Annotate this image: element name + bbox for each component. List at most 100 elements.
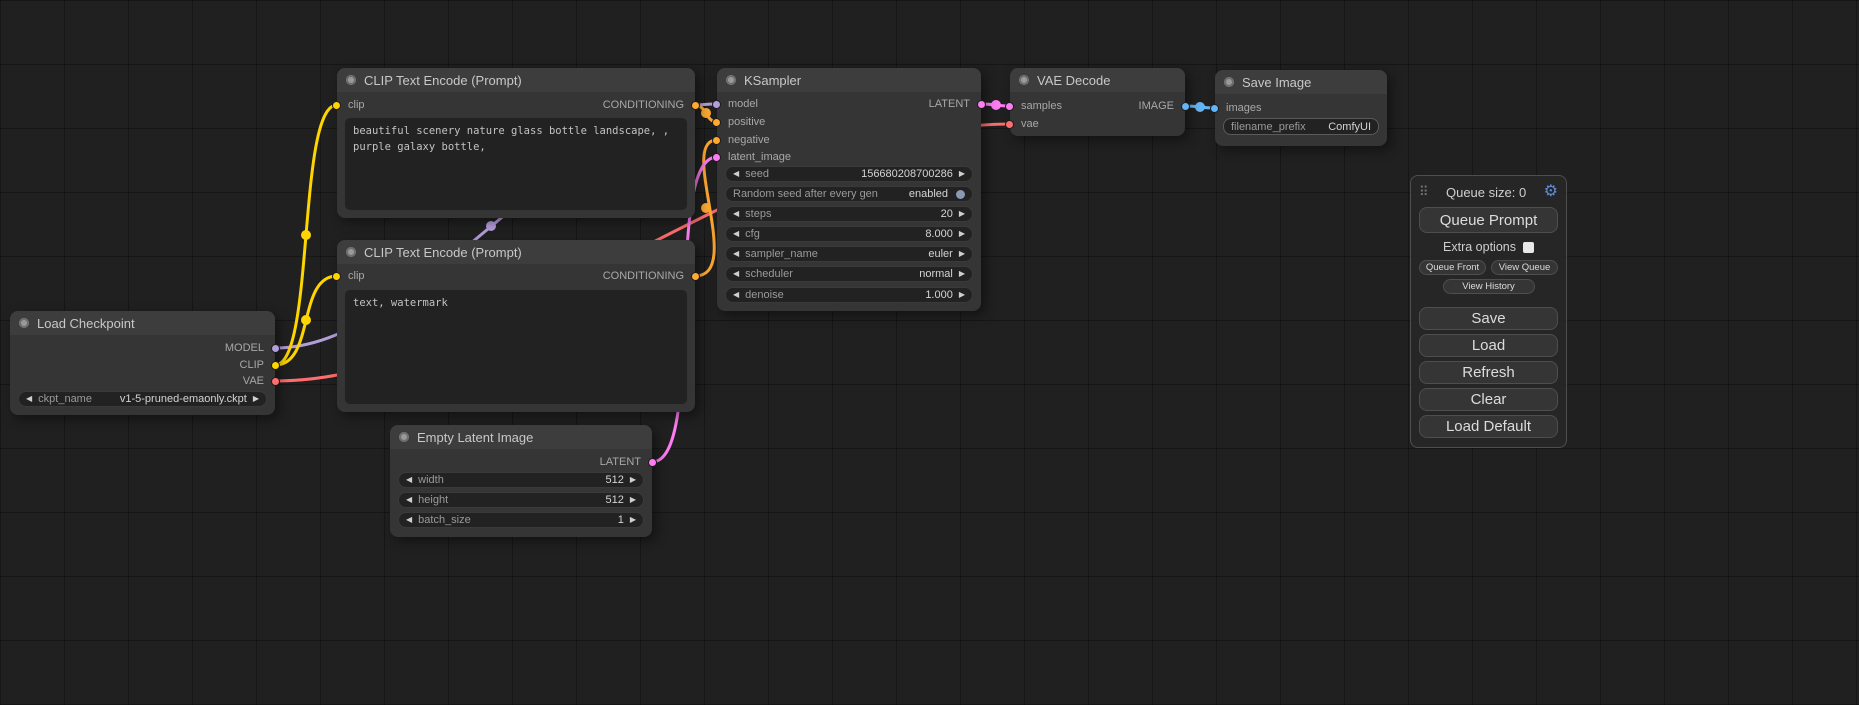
node-empty-latent-image[interactable]: Empty Latent Image LATENT ◀ width 512 ▶ … (390, 425, 652, 537)
node-load-checkpoint[interactable]: Load Checkpoint MODEL CLIP VAE ◀ ckpt_na… (10, 311, 275, 415)
queue-prompt-button[interactable]: Queue Prompt (1419, 207, 1558, 233)
decrement-arrow-icon[interactable]: ◀ (733, 230, 739, 238)
conditioning-port-dot[interactable] (691, 101, 700, 110)
input-negative[interactable]: negative (712, 133, 777, 147)
increment-arrow-icon[interactable]: ▶ (253, 395, 259, 403)
collapse-dot-icon[interactable] (346, 75, 356, 85)
refresh-button[interactable]: Refresh (1419, 361, 1558, 384)
node-ksampler[interactable]: KSampler model positive negative latent_… (717, 68, 981, 311)
output-conditioning[interactable]: CONDITIONING (596, 269, 700, 283)
decrement-arrow-icon[interactable]: ◀ (406, 496, 412, 504)
image-port-dot[interactable] (1181, 102, 1190, 111)
settings-gear-icon[interactable]: ⚙ (1544, 184, 1558, 200)
positive-prompt-textarea[interactable]: beautiful scenery nature glass bottle la… (345, 118, 687, 210)
extra-options-checkbox[interactable] (1523, 242, 1534, 253)
collapse-dot-icon[interactable] (1224, 77, 1234, 87)
latent-port-dot[interactable] (1005, 102, 1014, 111)
decrement-arrow-icon[interactable]: ◀ (733, 250, 739, 258)
increment-arrow-icon[interactable]: ▶ (630, 496, 636, 504)
decrement-arrow-icon[interactable]: ◀ (733, 210, 739, 218)
vae-port-dot[interactable] (271, 377, 280, 386)
output-image[interactable]: IMAGE (1132, 99, 1190, 113)
node-vae-decode[interactable]: VAE Decode samples vae IMAGE (1010, 68, 1185, 136)
input-positive[interactable]: positive (712, 115, 772, 129)
increment-arrow-icon[interactable]: ▶ (630, 516, 636, 524)
clip-port-dot[interactable] (332, 101, 341, 110)
image-port-dot[interactable] (1210, 104, 1219, 113)
decrement-arrow-icon[interactable]: ◀ (733, 170, 739, 178)
node-title-bar[interactable]: CLIP Text Encode (Prompt) (337, 240, 695, 264)
increment-arrow-icon[interactable]: ▶ (959, 270, 965, 278)
random-seed-toggle-widget[interactable]: Random seed after every gen enabled (725, 186, 973, 202)
output-model[interactable]: MODEL (218, 341, 280, 355)
width-widget[interactable]: ◀ width 512 ▶ (398, 472, 644, 488)
increment-arrow-icon[interactable]: ▶ (959, 170, 965, 178)
sampler-name-widget[interactable]: ◀ sampler_name euler ▶ (725, 246, 973, 262)
input-clip[interactable]: clip (332, 98, 372, 112)
decrement-arrow-icon[interactable]: ◀ (26, 395, 32, 403)
clip-port-dot[interactable] (271, 361, 280, 370)
node-title-bar[interactable]: KSampler (717, 68, 981, 92)
clip-port-dot[interactable] (332, 272, 341, 281)
input-latent-image[interactable]: latent_image (712, 150, 798, 164)
vae-port-dot[interactable] (1005, 120, 1014, 129)
node-title-bar[interactable]: Empty Latent Image (390, 425, 652, 449)
latent-port-dot[interactable] (648, 458, 657, 467)
collapse-dot-icon[interactable] (399, 432, 409, 442)
node-clip-text-encode-positive[interactable]: CLIP Text Encode (Prompt) clip CONDITION… (337, 68, 695, 218)
node-title-bar[interactable]: Load Checkpoint (10, 311, 275, 335)
conditioning-port-dot[interactable] (691, 272, 700, 281)
collapse-dot-icon[interactable] (19, 318, 29, 328)
output-latent[interactable]: LATENT (922, 97, 986, 111)
steps-widget[interactable]: ◀ steps 20 ▶ (725, 206, 973, 222)
batch-size-widget[interactable]: ◀ batch_size 1 ▶ (398, 512, 644, 528)
latent-port-dot[interactable] (977, 100, 986, 109)
node-save-image[interactable]: Save Image images filename_prefix ComfyU… (1215, 70, 1387, 146)
conditioning-port-dot[interactable] (712, 118, 721, 127)
input-images[interactable]: images (1210, 101, 1268, 115)
node-graph-canvas[interactable]: Load Checkpoint MODEL CLIP VAE ◀ ckpt_na… (0, 0, 1859, 705)
load-default-button[interactable]: Load Default (1419, 415, 1558, 438)
decrement-arrow-icon[interactable]: ◀ (406, 476, 412, 484)
conditioning-port-dot[interactable] (712, 136, 721, 145)
view-queue-button[interactable]: View Queue (1491, 260, 1558, 275)
output-clip[interactable]: CLIP (233, 358, 280, 372)
view-history-button[interactable]: View History (1443, 279, 1535, 294)
input-model[interactable]: model (712, 97, 765, 111)
ckpt-name-widget[interactable]: ◀ ckpt_name v1-5-pruned-emaonly.ckpt ▶ (18, 391, 267, 407)
denoise-widget[interactable]: ◀ denoise 1.000 ▶ (725, 287, 973, 303)
model-port-dot[interactable] (271, 344, 280, 353)
output-conditioning[interactable]: CONDITIONING (596, 98, 700, 112)
seed-widget[interactable]: ◀ seed 156680208700286 ▶ (725, 166, 973, 182)
input-clip[interactable]: clip (332, 269, 372, 283)
input-vae[interactable]: vae (1005, 117, 1046, 131)
increment-arrow-icon[interactable]: ▶ (959, 230, 965, 238)
drag-handle-icon[interactable]: ⠿ (1419, 184, 1429, 200)
filename-prefix-widget[interactable]: filename_prefix ComfyUI (1223, 118, 1379, 135)
node-title-bar[interactable]: VAE Decode (1010, 68, 1185, 92)
decrement-arrow-icon[interactable]: ◀ (733, 291, 739, 299)
queue-front-button[interactable]: Queue Front (1419, 260, 1486, 275)
load-button[interactable]: Load (1419, 334, 1558, 357)
increment-arrow-icon[interactable]: ▶ (630, 476, 636, 484)
model-port-dot[interactable] (712, 100, 721, 109)
clear-button[interactable]: Clear (1419, 388, 1558, 411)
node-title-bar[interactable]: CLIP Text Encode (Prompt) (337, 68, 695, 92)
height-widget[interactable]: ◀ height 512 ▶ (398, 492, 644, 508)
node-clip-text-encode-negative[interactable]: CLIP Text Encode (Prompt) clip CONDITION… (337, 240, 695, 412)
output-vae[interactable]: VAE (236, 374, 280, 388)
toggle-indicator-icon[interactable] (956, 190, 965, 199)
scheduler-widget[interactable]: ◀ scheduler normal ▶ (725, 266, 973, 282)
input-samples[interactable]: samples (1005, 99, 1069, 113)
node-title-bar[interactable]: Save Image (1215, 70, 1387, 94)
increment-arrow-icon[interactable]: ▶ (959, 250, 965, 258)
save-button[interactable]: Save (1419, 307, 1558, 330)
collapse-dot-icon[interactable] (346, 247, 356, 257)
latent-port-dot[interactable] (712, 153, 721, 162)
cfg-widget[interactable]: ◀ cfg 8.000 ▶ (725, 226, 973, 242)
decrement-arrow-icon[interactable]: ◀ (406, 516, 412, 524)
decrement-arrow-icon[interactable]: ◀ (733, 270, 739, 278)
increment-arrow-icon[interactable]: ▶ (959, 291, 965, 299)
output-latent[interactable]: LATENT (593, 455, 657, 469)
increment-arrow-icon[interactable]: ▶ (959, 210, 965, 218)
